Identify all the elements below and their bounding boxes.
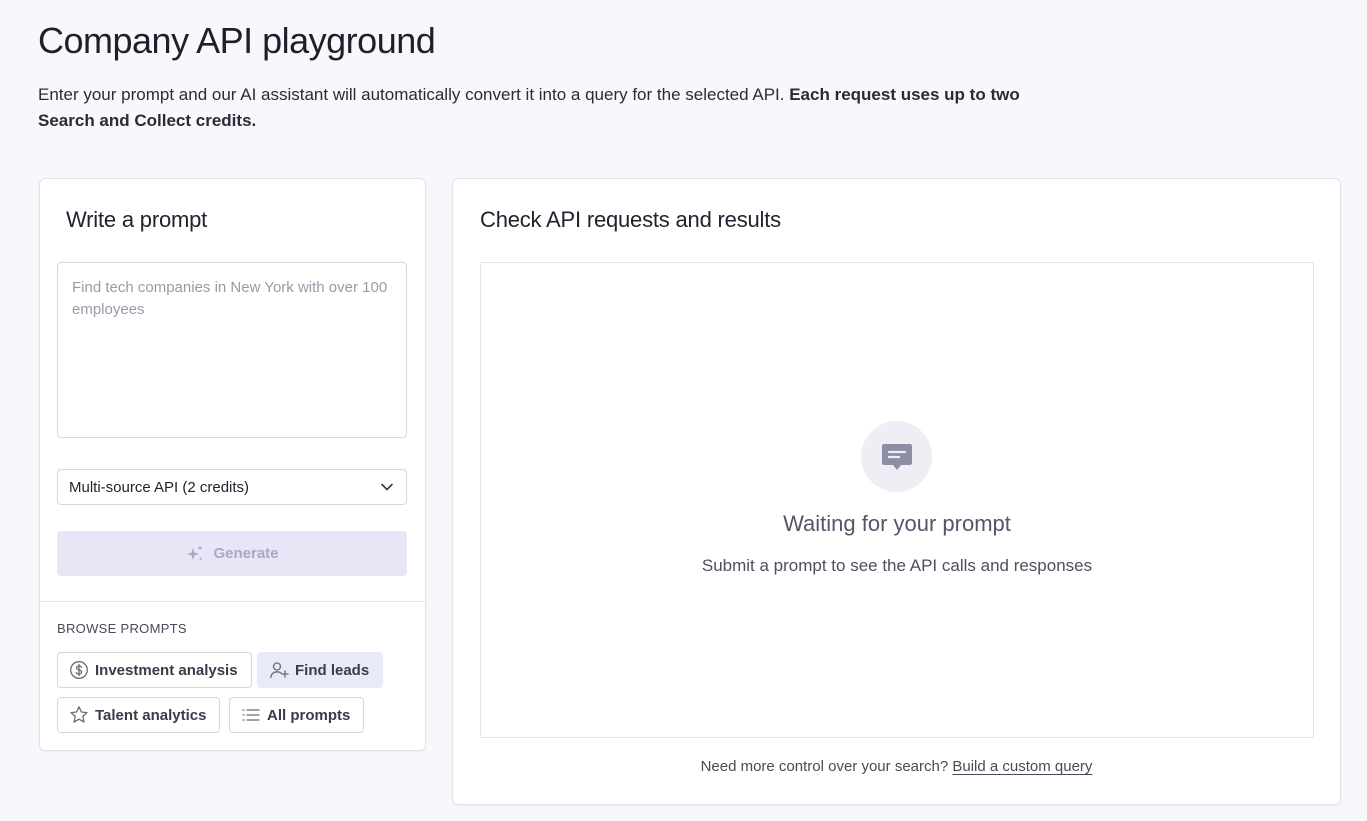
prompt-chip-talent-analytics[interactable]: Talent analytics	[57, 697, 221, 733]
empty-state-subtitle: Submit a prompt to see the API calls and…	[701, 556, 1093, 575]
api-select-value: Multi-source API (2 credits)	[69, 478, 250, 496]
chip-label: All prompts	[267, 706, 351, 724]
build-custom-query-link[interactable]: Build a custom query	[952, 758, 1092, 775]
prompt-panel-title: Write a prompt	[66, 207, 208, 232]
list-icon	[242, 709, 260, 721]
intro-text: Enter your prompt and our AI assistant w…	[38, 85, 790, 104]
star-icon	[70, 706, 88, 723]
prompt-chip-investment-analysis[interactable]: Investment analysis	[57, 652, 252, 688]
prompt-chip-all-prompts[interactable]: All prompts	[229, 697, 365, 733]
chip-label: Find leads	[295, 661, 370, 679]
generate-button-label: Generate	[213, 545, 279, 562]
browse-prompts-label: BROWSE PROMPTS	[57, 621, 187, 636]
prompt-chip-find-leads[interactable]: Find leads	[257, 652, 384, 688]
panel-divider	[40, 601, 425, 602]
chip-label: Talent analytics	[95, 706, 207, 724]
page-intro: Enter your prompt and our AI assistant w…	[38, 82, 1038, 134]
generate-button[interactable]: Generate	[57, 531, 407, 576]
results-area: Waiting for your prompt Submit a prompt …	[480, 262, 1314, 738]
chat-bubble-icon	[881, 443, 912, 470]
chevron-down-icon	[381, 483, 393, 491]
dollar-circle-icon	[70, 661, 88, 679]
sparkle-icon	[187, 545, 203, 561]
chip-label: Investment analysis	[95, 661, 238, 679]
api-select[interactable]: Multi-source API (2 credits)	[57, 469, 407, 505]
prompt-panel: Write a prompt Multi-source API (2 credi…	[39, 178, 426, 751]
custom-query-note: Need more control over your search? Buil…	[453, 758, 1340, 775]
custom-query-text: Need more control over your search?	[700, 758, 953, 775]
user-plus-icon	[270, 662, 289, 679]
page-title: Company API playground	[38, 20, 436, 61]
results-panel-title: Check API requests and results	[480, 207, 781, 232]
prompt-input[interactable]	[57, 262, 407, 438]
empty-state-title: Waiting for your prompt	[783, 511, 1011, 536]
results-panel: Check API requests and results Waiting f…	[452, 178, 1341, 805]
empty-state-icon-badge	[861, 421, 932, 492]
